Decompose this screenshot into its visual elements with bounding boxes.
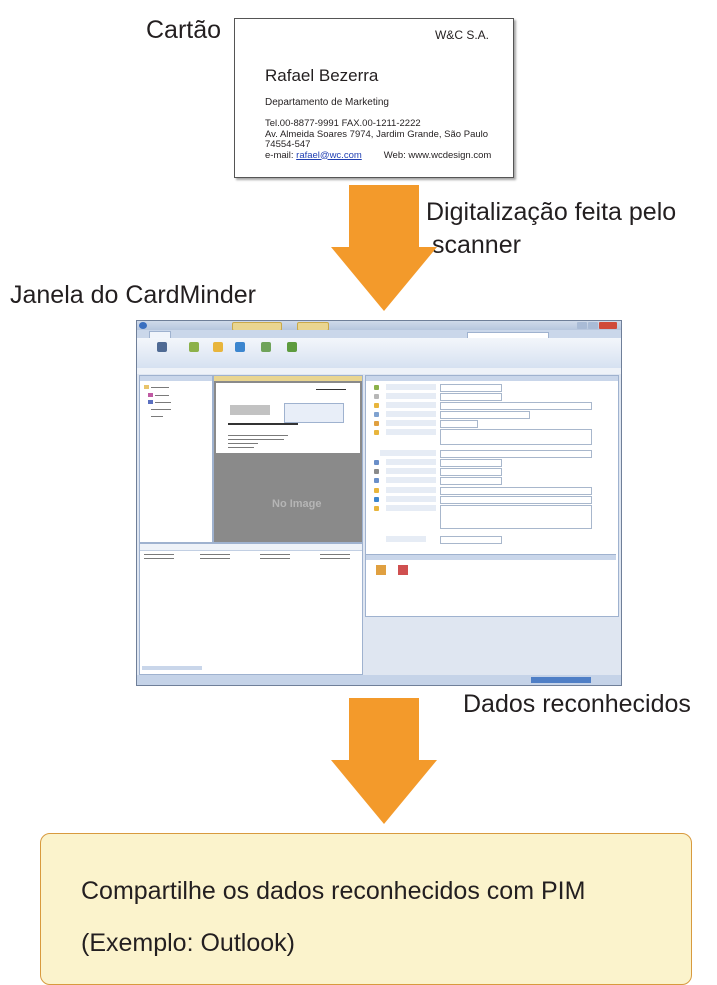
app-logo-icon bbox=[139, 322, 147, 329]
attached-files-section bbox=[366, 554, 616, 615]
sync-tool-icon[interactable] bbox=[287, 342, 297, 352]
note-line-2: (Exemplo: Outlook) bbox=[81, 929, 295, 957]
scan-label-line1: Digitalização feita pelo bbox=[426, 198, 677, 226]
recognize-tool-icon[interactable] bbox=[189, 342, 199, 352]
card-data-panel bbox=[365, 375, 619, 617]
note-line-1: Compartilhe os dados reconhecidos com PI… bbox=[81, 877, 586, 905]
close-icon[interactable] bbox=[599, 322, 617, 329]
card-email-link[interactable]: rafael@wc.com bbox=[296, 150, 362, 161]
card-front-image bbox=[216, 383, 360, 453]
business-card: W&C S.A. Rafael Bezerra Departamento de … bbox=[234, 18, 514, 178]
horizontal-scrollbar[interactable] bbox=[142, 666, 202, 670]
card-list-panel bbox=[139, 543, 363, 675]
no-image-text: No Image bbox=[272, 498, 322, 510]
card-contact-block: Tel.00-8877-9991 FAX.00-1211-2222 Av. Al… bbox=[265, 118, 492, 162]
pim-share-note: Compartilhe os dados reconhecidos com PI… bbox=[40, 833, 692, 985]
window-titlebar bbox=[137, 321, 621, 331]
folder-tree-panel bbox=[139, 375, 213, 543]
window-label: Janela do CardMinder bbox=[10, 281, 256, 309]
card-person-name: Rafael Bezerra bbox=[265, 66, 379, 85]
file-icon bbox=[376, 565, 386, 575]
card-email-prefix: e-mail: bbox=[265, 149, 297, 161]
card-label: Cartão bbox=[146, 16, 222, 44]
card-phone-fax: Tel.00-8877-9991 FAX.00-1211-2222 bbox=[265, 118, 421, 129]
card-company: W&C S.A. bbox=[434, 28, 489, 42]
email-tool-icon[interactable] bbox=[213, 342, 223, 352]
card-image-panel: No Image bbox=[213, 375, 363, 543]
recognized-label: Dados reconhecidos bbox=[463, 690, 691, 718]
export-tool-icon[interactable] bbox=[261, 342, 271, 352]
mini-toolbar bbox=[284, 403, 344, 423]
pdf-icon bbox=[398, 565, 408, 575]
scan-label-line2: scanner bbox=[432, 231, 521, 259]
card-email-web-row: e-mail: rafael@wc.com Web: www.wcdesign.c… bbox=[265, 149, 492, 162]
ribbon-toolbar bbox=[137, 338, 621, 369]
folder-icon bbox=[144, 385, 149, 389]
maximize-icon[interactable] bbox=[588, 322, 598, 329]
outlook-tool-icon[interactable] bbox=[235, 342, 245, 352]
status-bar bbox=[137, 675, 621, 685]
minimize-icon[interactable] bbox=[577, 322, 587, 329]
down-arrow-recognized bbox=[331, 698, 437, 824]
card-department: Departamento de Marketing bbox=[265, 97, 389, 108]
scan-tool-icon[interactable] bbox=[157, 342, 167, 352]
down-arrow-scan bbox=[331, 185, 437, 311]
cardminder-window-screenshot: No Image bbox=[136, 320, 622, 686]
ribbon-tabs bbox=[137, 330, 621, 340]
info-bar bbox=[137, 368, 621, 374]
card-web: Web: www.wcdesign.com bbox=[383, 149, 492, 161]
